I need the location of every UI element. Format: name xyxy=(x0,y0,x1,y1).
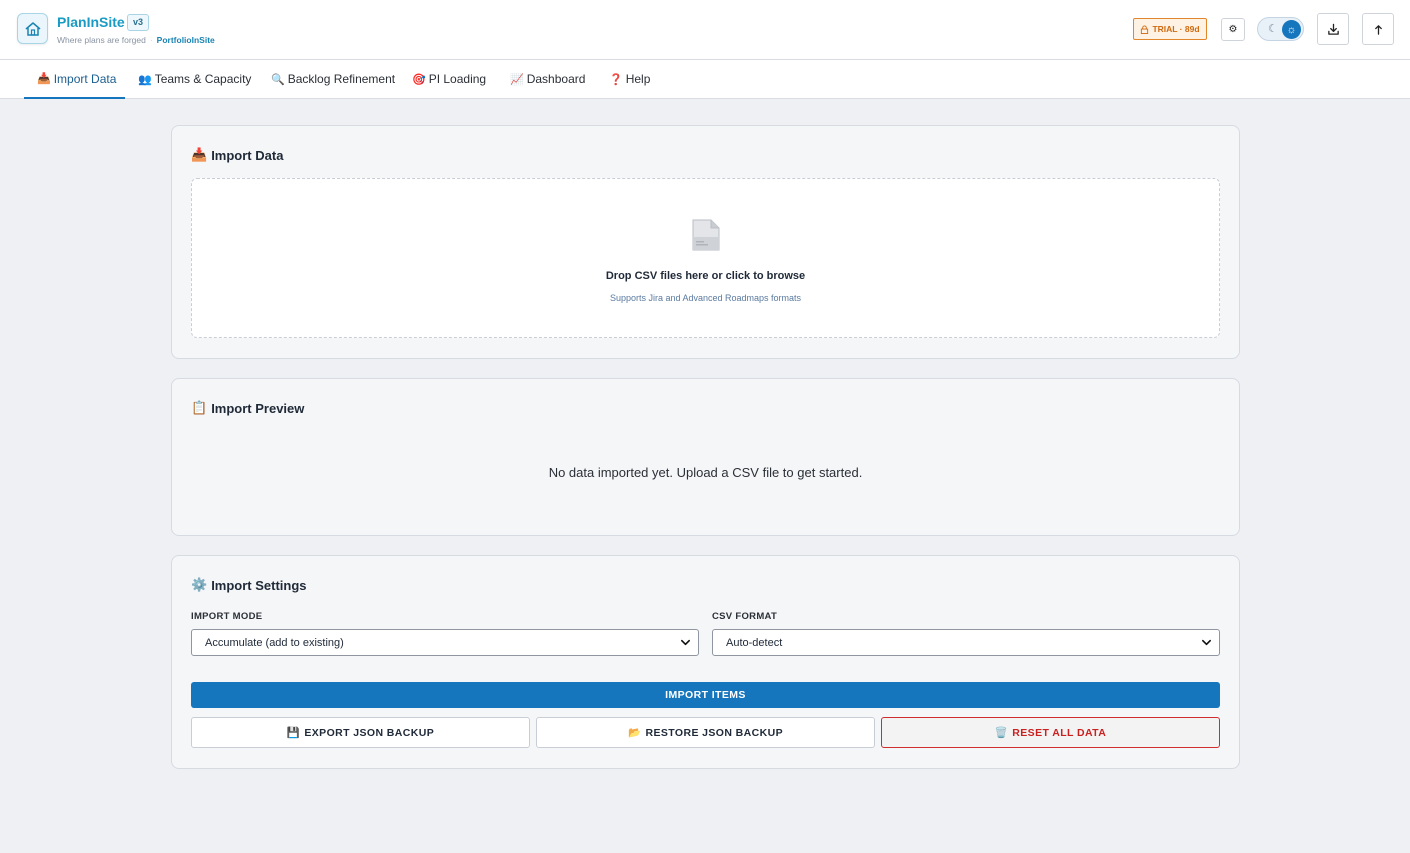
inbox-tray-icon: 📥 xyxy=(37,73,51,85)
tab-label: PI Loading xyxy=(428,72,487,86)
tagline: Where plans are forged · PortfolioInSite xyxy=(57,35,215,45)
app-header: PlanInSite v3 Where plans are forged · Por… xyxy=(0,0,1410,60)
tab-teams-capacity[interactable]: 👥 Teams & Capacity xyxy=(138,60,251,98)
people-icon: 👥 xyxy=(138,73,152,86)
tagline-text: Where plans are forged xyxy=(57,35,146,45)
button-label: EXPORT JSON BACKUP xyxy=(304,726,435,739)
csv-format-select[interactable]: Auto-detect xyxy=(712,629,1220,656)
floppy-disk-icon: 💾 xyxy=(286,727,301,739)
tab-label: Dashboard xyxy=(526,72,586,86)
empty-state-message: No data imported yet. Upload a CSV file … xyxy=(548,465,863,480)
export-json-backup-button[interactable]: 💾 EXPORT JSON BACKUP xyxy=(191,717,530,748)
tab-label: Help xyxy=(625,72,651,86)
tab-bar: 📥 Import Data 👥 Teams & Capacity 🔍 Backl… xyxy=(0,60,1410,99)
clipboard-icon: 📋 xyxy=(191,400,208,415)
app-title: PlanInSite xyxy=(57,14,125,30)
import-items-button[interactable]: IMPORT ITEMS xyxy=(191,682,1220,708)
document-icon xyxy=(692,219,720,251)
brand-link[interactable]: PortfolioInSite xyxy=(157,35,215,45)
chevron-down-icon xyxy=(681,639,690,646)
button-label: RESTORE JSON BACKUP xyxy=(645,726,783,739)
lock-icon xyxy=(1141,24,1149,34)
import-mode-label: IMPORT MODE xyxy=(191,611,263,622)
trial-label: TRIAL · 89d xyxy=(1152,24,1200,34)
import-data-card: 📥 Import Data Drop CSV files here or cli… xyxy=(171,125,1240,359)
csv-format-label: CSV FORMAT xyxy=(712,611,778,622)
card-title: 📋 Import Preview xyxy=(191,400,304,416)
chart-icon: 📈 xyxy=(510,73,524,86)
card-title: ⚙️ Import Settings xyxy=(191,577,307,593)
card-title: 📥 Import Data xyxy=(191,147,283,163)
theme-toggle[interactable]: ☾ ☼ xyxy=(1257,17,1304,41)
card-title-text: Import Settings xyxy=(211,577,307,593)
moon-icon: ☾ xyxy=(1268,23,1278,35)
tab-pi-loading[interactable]: 🎯 PI Loading xyxy=(412,60,486,98)
reset-all-data-button[interactable]: 🗑️ RESET ALL DATA xyxy=(881,717,1220,748)
import-mode-select[interactable]: Accumulate (add to existing) xyxy=(191,629,699,656)
dropzone-subtitle: Supports Jira and Advanced Roadmaps form… xyxy=(609,293,802,303)
gear-icon: ⚙️ xyxy=(191,577,208,592)
tab-import-data[interactable]: 📥 Import Data xyxy=(24,60,125,99)
download-button[interactable] xyxy=(1317,13,1349,45)
sun-icon: ☼ xyxy=(1282,20,1301,39)
tab-label: Teams & Capacity xyxy=(154,72,252,86)
tab-label: Backlog Refinement xyxy=(287,72,396,86)
csv-dropzone[interactable]: Drop CSV files here or click to browse S… xyxy=(191,178,1220,338)
target-icon: 🎯 xyxy=(412,73,426,86)
magnifier-icon: 🔍 xyxy=(271,73,285,86)
button-label: RESET ALL DATA xyxy=(1012,726,1107,739)
card-title-text: Import Data xyxy=(211,147,284,163)
trash-icon: 🗑️ xyxy=(994,727,1009,739)
csv-format-value: Auto-detect xyxy=(726,636,783,649)
import-settings-card: ⚙️ Import Settings IMPORT MODE Accumulat… xyxy=(171,555,1240,769)
upload-arrow-icon xyxy=(1374,24,1382,35)
trial-badge: TRIAL · 89d xyxy=(1133,18,1207,40)
import-mode-value: Accumulate (add to existing) xyxy=(205,636,344,649)
tab-label: Import Data xyxy=(53,71,117,86)
card-title-text: Import Preview xyxy=(211,400,305,416)
tab-backlog-refinement[interactable]: 🔍 Backlog Refinement xyxy=(271,60,395,98)
chevron-down-icon xyxy=(1202,639,1211,646)
download-icon xyxy=(1327,23,1339,35)
inbox-tray-icon: 📥 xyxy=(191,147,208,162)
separator: · xyxy=(149,35,153,45)
dropzone-title: Drop CSV files here or click to browse xyxy=(605,270,806,282)
folder-icon: 📂 xyxy=(628,727,642,739)
restore-json-backup-button[interactable]: 📂 RESTORE JSON BACKUP xyxy=(536,717,875,748)
gear-icon: ⚙ xyxy=(1228,24,1238,35)
tab-help[interactable]: ❓ Help xyxy=(609,60,650,98)
import-preview-card: 📋 Import Preview No data imported yet. U… xyxy=(171,378,1240,536)
upload-button[interactable] xyxy=(1362,13,1394,45)
tab-dashboard[interactable]: 📈 Dashboard xyxy=(510,60,585,98)
settings-button[interactable]: ⚙ xyxy=(1221,18,1245,41)
house-icon[interactable] xyxy=(17,13,48,44)
version-badge: v3 xyxy=(127,14,150,31)
question-icon: ❓ xyxy=(609,73,623,86)
